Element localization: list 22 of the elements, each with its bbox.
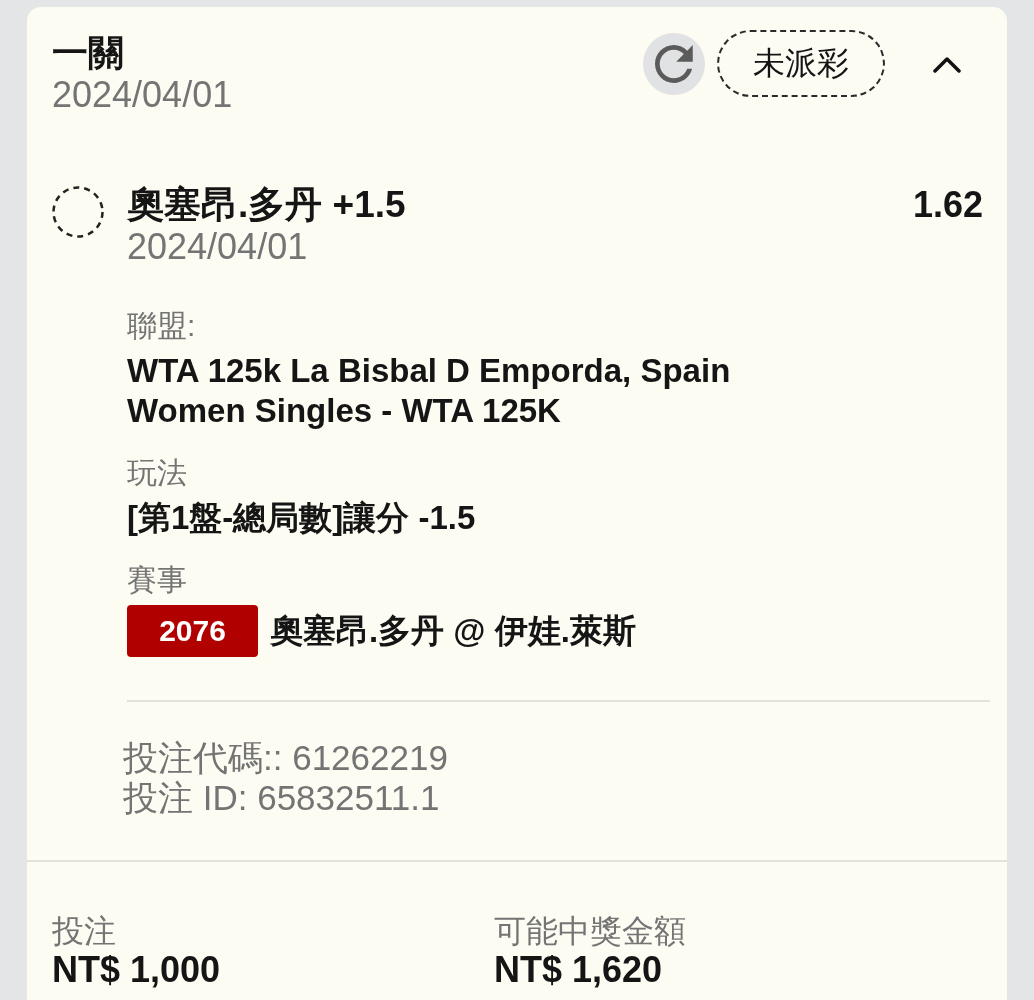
bet-reference: 投注代碼:: 61262219 (123, 738, 449, 778)
selection-date: 2024/04/01 (127, 227, 309, 267)
match-number-badge: 2076 (127, 605, 258, 657)
match-teams: 奧塞昂.多丹 @ 伊娃.萊斯 (270, 611, 636, 651)
detail-value: Women Singles - WTA 125K (127, 391, 562, 431)
summary-amount: NT$ 1,620 (494, 951, 664, 989)
detail-label: 賽事 (127, 562, 188, 598)
status-badge: 未派彩 (717, 30, 885, 97)
bet-date: 2024/04/01 (52, 75, 233, 115)
odds-value: 1.62 (912, 183, 983, 227)
bet-type-title: 一關 (52, 31, 125, 75)
selection-name: 奧塞昂.多丹 +1.5 (127, 183, 407, 227)
summary-label: 投注 (52, 912, 117, 951)
detail-label: 聯盟: (127, 308, 197, 344)
summary-amount: NT$ 1,000 (52, 951, 222, 989)
bet-reference: 投注 ID: 65832511.1 (123, 778, 441, 818)
summary-label: 可能中獎金額 (494, 912, 687, 951)
detail-label: 玩法 (127, 455, 188, 491)
refresh-icon (655, 44, 693, 83)
chevron-up-icon[interactable] (933, 54, 961, 73)
detail-value: WTA 125k La Bisbal D Emporda, Spain (127, 351, 732, 391)
detail-value: [第1盤-總局數]讓分 -1.5 (127, 498, 477, 538)
